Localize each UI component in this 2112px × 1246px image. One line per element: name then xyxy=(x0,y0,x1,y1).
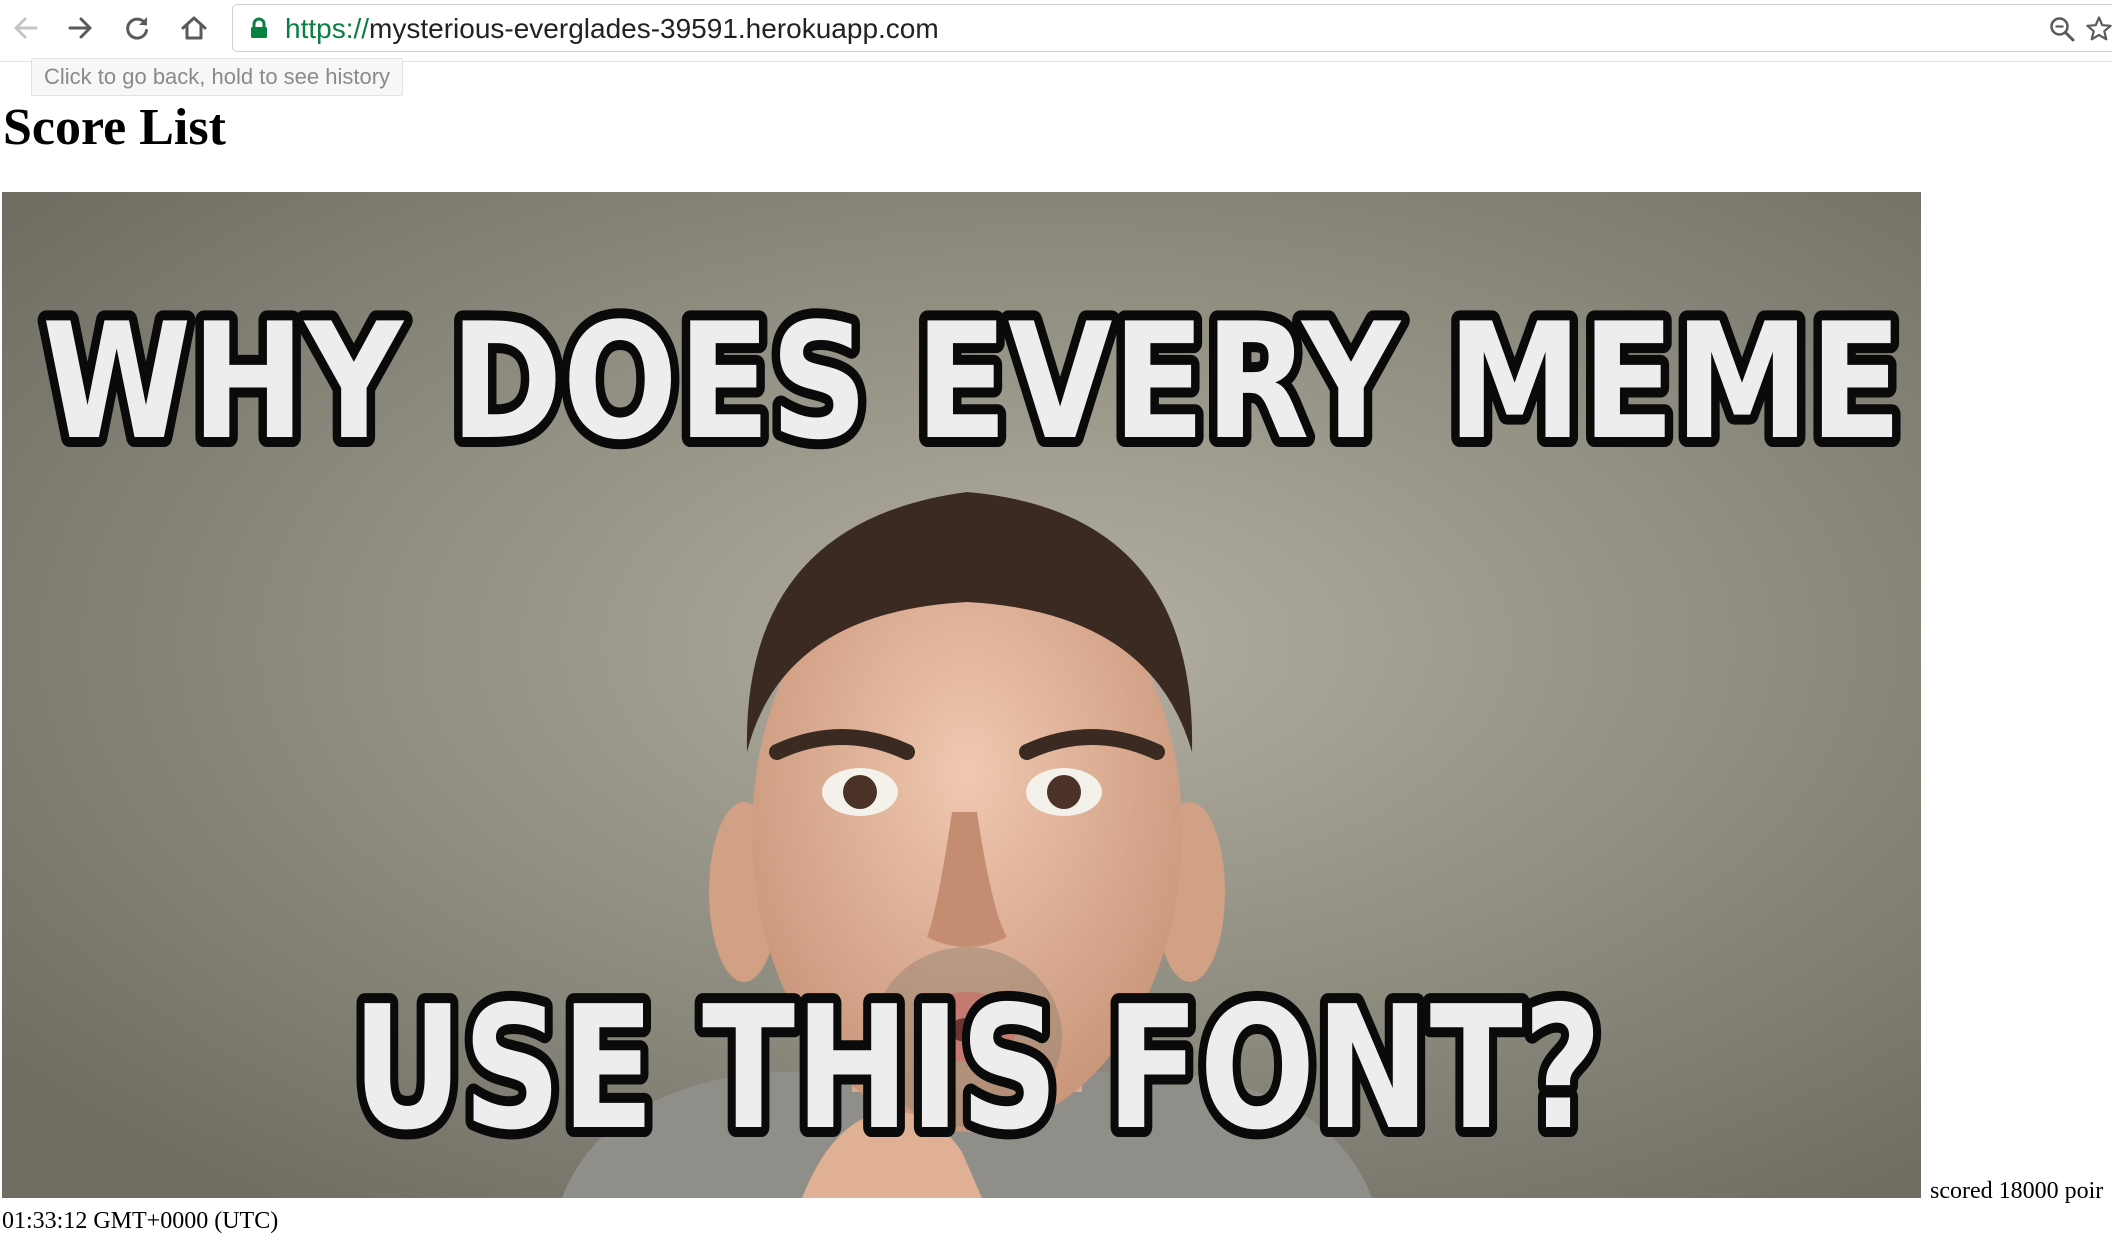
home-button[interactable] xyxy=(174,8,214,48)
score-entry-timestamp: 01:33:12 GMT+0000 (UTC) xyxy=(2,1208,279,1234)
page-title: Score List xyxy=(3,99,226,156)
back-button-tooltip: Click to go back, hold to see history xyxy=(31,58,404,96)
forward-arrow-icon xyxy=(68,17,92,39)
lock-icon xyxy=(251,17,267,38)
bookmark-star-icon[interactable] xyxy=(2085,15,2112,43)
meme-image: WHY DOES EVERY MEME USE THIS FONT? xyxy=(2,192,1921,1198)
browser-toolbar: https://mysterious-everglades-39591.hero… xyxy=(0,0,2112,62)
meme-top-text: WHY DOES EVERY MEME xyxy=(42,288,1902,475)
back-button[interactable] xyxy=(6,8,46,48)
forward-button[interactable] xyxy=(60,8,100,48)
url-text[interactable]: https://mysterious-everglades-39591.hero… xyxy=(285,13,939,45)
address-bar[interactable]: https://mysterious-everglades-39591.hero… xyxy=(232,4,2112,52)
reload-icon xyxy=(126,17,148,40)
zoom-icon[interactable] xyxy=(2048,15,2076,43)
score-entry-text: scored 18000 poir xyxy=(1930,1178,2104,1204)
url-scheme: https:// xyxy=(285,13,370,44)
reload-button[interactable] xyxy=(117,8,157,48)
back-arrow-icon xyxy=(14,17,38,39)
url-host: mysterious-everglades-39591.herokuapp.co… xyxy=(369,13,939,44)
meme-bottom-text: USE THIS FONT? xyxy=(352,970,1602,1168)
home-icon xyxy=(181,16,207,40)
